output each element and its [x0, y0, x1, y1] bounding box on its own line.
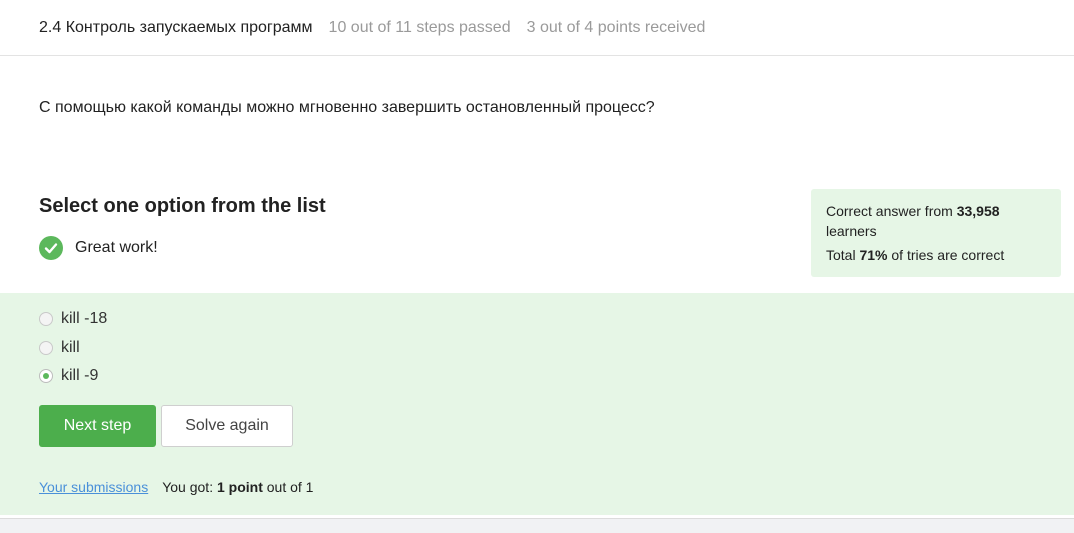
- check-circle-icon: [39, 236, 63, 260]
- your-submissions-link[interactable]: Your submissions: [39, 479, 148, 495]
- option-kill-18[interactable]: kill -18: [39, 310, 107, 328]
- status-text: Great work!: [75, 239, 158, 256]
- option-kill[interactable]: kill: [39, 339, 80, 357]
- learners-count: 33,958: [956, 203, 1000, 219]
- stats-box: Correct answer from 33,958 learners Tota…: [811, 189, 1061, 277]
- option-label: kill: [61, 339, 80, 356]
- task-heading: Select one option from the list: [39, 195, 326, 217]
- lesson-title: 2.4 Контроль запускаемых программ: [39, 18, 313, 36]
- radio-button[interactable]: [39, 341, 53, 355]
- points-progress: 3 out of 4 points received: [526, 18, 706, 36]
- steps-progress: 10 out of 11 steps passed: [328, 18, 511, 36]
- question-text: С помощью какой команды можно мгновенно …: [39, 99, 655, 116]
- lesson-header: 2.4 Контроль запускаемых программ 10 out…: [0, 0, 1074, 56]
- score-value: 1 point: [216, 479, 263, 495]
- bottom-bar: [0, 518, 1074, 533]
- solve-again-button[interactable]: Solve again: [161, 405, 293, 447]
- option-label: kill -18: [61, 310, 108, 327]
- option-kill-9[interactable]: kill -9: [39, 367, 98, 385]
- stats-line-learners: Correct answer from 33,958 learners: [826, 203, 1000, 239]
- status-message: Great work!: [39, 236, 158, 260]
- option-label: kill -9: [61, 367, 99, 384]
- submission-summary: Your submissions You got: 1 point out of…: [39, 479, 313, 495]
- score-text: You got: 1 point out of 1: [162, 479, 314, 495]
- stats-line-total: Total 71% of tries are correct: [826, 247, 1005, 263]
- next-step-button[interactable]: Next step: [39, 405, 156, 447]
- radio-button[interactable]: [39, 312, 53, 326]
- radio-button-selected[interactable]: [39, 369, 53, 383]
- correct-percent: 71%: [859, 247, 888, 263]
